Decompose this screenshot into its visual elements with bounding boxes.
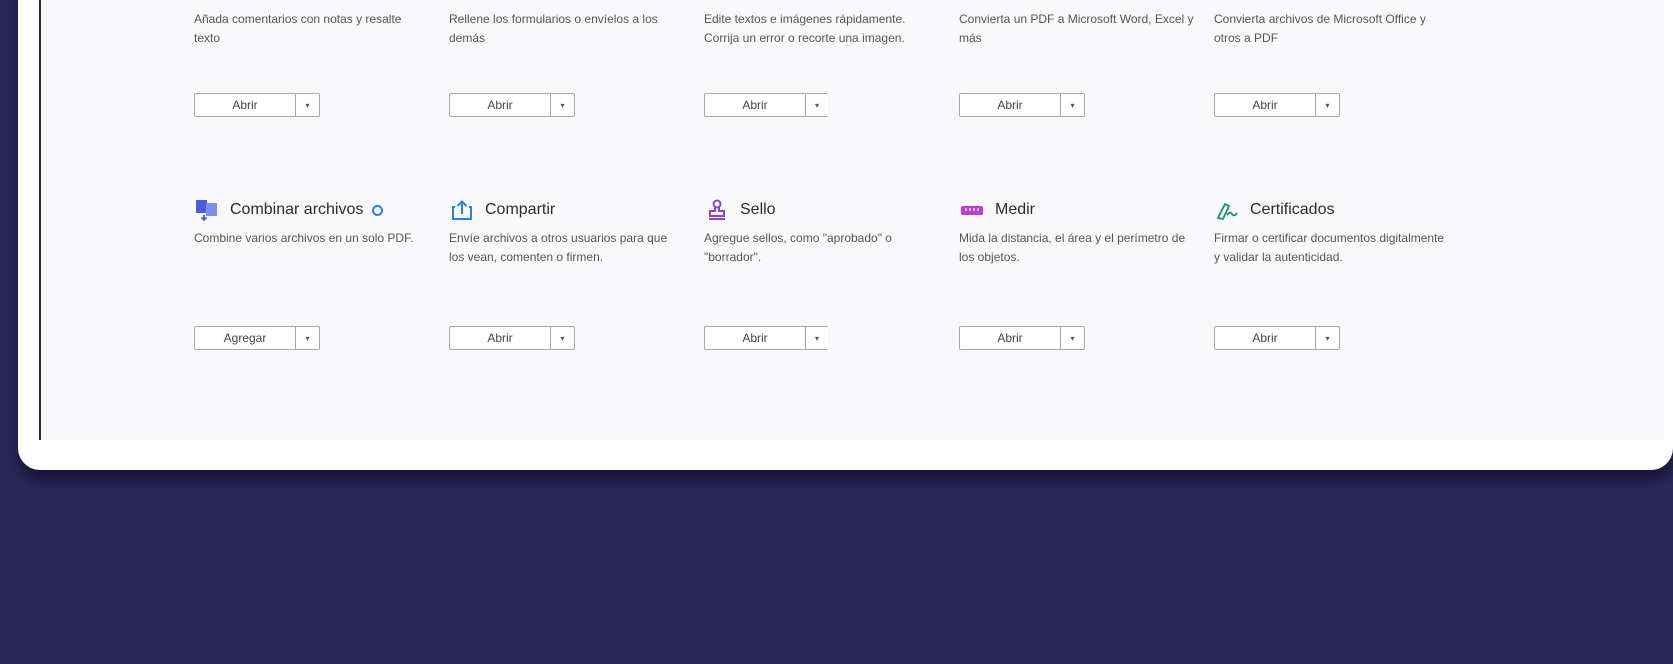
open-button-label[interactable]: Abrir xyxy=(1215,94,1316,116)
tool-title[interactable]: Compartir xyxy=(485,201,555,219)
fill-sign-open-button[interactable]: Abrir ▾ xyxy=(449,93,575,117)
tool-description: Convierta archivos de Microsoft Office y… xyxy=(1214,12,1426,45)
tool-fill-sign: Rellene los formularios o envíelos a los… xyxy=(449,4,699,48)
measure-open-button[interactable]: Abrir ▾ xyxy=(959,326,1085,350)
tools-panel: Añada comentarios con notas y resalte te… xyxy=(39,0,1664,440)
tool-title[interactable]: Certificados xyxy=(1250,201,1334,219)
tool-comment: Añada comentarios con notas y resalte te… xyxy=(194,4,444,48)
export-pdf-open-button[interactable]: Abrir ▾ xyxy=(959,93,1085,117)
dropdown-caret-icon[interactable]: ▾ xyxy=(551,94,574,116)
certificate-pen-icon xyxy=(1214,198,1240,222)
tool-description: Añada comentarios con notas y resalte te… xyxy=(194,12,402,45)
combine-add-button[interactable]: Agregar ▾ xyxy=(194,326,320,350)
share-open-button[interactable]: Abrir ▾ xyxy=(449,326,575,350)
share-icon xyxy=(449,198,475,222)
dropdown-caret-icon[interactable]: ▾ xyxy=(1316,327,1339,349)
add-button-label[interactable]: Agregar xyxy=(195,327,296,349)
tool-title[interactable]: Medir xyxy=(995,201,1035,219)
tool-description: Envíe archivos a otros usuarios para que… xyxy=(449,231,668,264)
open-button-label[interactable]: Abrir xyxy=(195,94,296,116)
tool-create-pdf: Convierta archivos de Microsoft Office y… xyxy=(1214,4,1464,48)
dropdown-caret-icon[interactable]: ▾ xyxy=(551,327,574,349)
certificates-open-button[interactable]: Abrir ▾ xyxy=(1214,326,1340,350)
open-button-label[interactable]: Abrir xyxy=(705,94,806,116)
tool-stamp: Sello Agregue sellos, como "aprobado" o … xyxy=(704,197,954,267)
dropdown-caret-icon[interactable]: ▾ xyxy=(296,327,319,349)
open-button-label[interactable]: Abrir xyxy=(960,327,1061,349)
dropdown-caret-icon[interactable]: ▾ xyxy=(296,94,319,116)
tool-description: Edite textos e imágenes rápidamente. Cor… xyxy=(704,12,906,45)
create-pdf-open-button[interactable]: Abrir ▾ xyxy=(1214,93,1340,117)
open-button-label[interactable]: Abrir xyxy=(960,94,1061,116)
tool-description: Rellene los formularios o envíelos a los… xyxy=(449,12,658,45)
open-button-label[interactable]: Abrir xyxy=(450,327,551,349)
dropdown-caret-icon[interactable]: ▾ xyxy=(1061,94,1084,116)
open-button-label[interactable]: Abrir xyxy=(450,94,551,116)
dropdown-caret-icon[interactable]: ▾ xyxy=(1061,327,1084,349)
dropdown-caret-icon[interactable]: ▾ xyxy=(1316,94,1339,116)
tool-description: Convierta un PDF a Microsoft Word, Excel… xyxy=(959,12,1194,45)
tools-card: Añada comentarios con notas y resalte te… xyxy=(18,0,1673,470)
tool-description: Combine varios archivos en un solo PDF. xyxy=(194,231,414,245)
tool-description: Firmar o certificar documentos digitalme… xyxy=(1214,231,1445,264)
combine-files-icon xyxy=(194,198,220,222)
tool-export-pdf: Convierta un PDF a Microsoft Word, Excel… xyxy=(959,4,1209,48)
tool-description: Agregue sellos, como "aprobado" o "borra… xyxy=(704,231,892,264)
stamp-icon xyxy=(704,198,730,222)
open-button-label[interactable]: Abrir xyxy=(1215,327,1316,349)
new-feature-dot-icon xyxy=(372,204,384,216)
tool-certificates: Certificados Firmar o certificar documen… xyxy=(1214,197,1464,267)
dropdown-caret-icon[interactable]: ▾ xyxy=(806,94,828,116)
tool-title[interactable]: Combinar archivos xyxy=(230,201,363,219)
ruler-icon xyxy=(959,198,985,222)
tool-description: Mida la distancia, el área y el perímetr… xyxy=(959,231,1186,264)
tool-title[interactable]: Sello xyxy=(740,201,776,219)
dropdown-caret-icon[interactable]: ▾ xyxy=(806,327,828,349)
comment-open-button[interactable]: Abrir ▾ xyxy=(194,93,320,117)
tool-measure: Medir Mida la distancia, el área y el pe… xyxy=(959,197,1209,267)
tool-combine-files: Combinar archivos Combine varios archivo… xyxy=(194,197,444,248)
tool-share: Compartir Envíe archivos a otros usuario… xyxy=(449,197,699,267)
edit-pdf-open-button[interactable]: Abrir ▾ xyxy=(704,93,828,117)
open-button-label[interactable]: Abrir xyxy=(705,327,806,349)
tool-edit-pdf: Edite textos e imágenes rápidamente. Cor… xyxy=(704,4,954,48)
stamp-open-button[interactable]: Abrir ▾ xyxy=(704,326,828,350)
